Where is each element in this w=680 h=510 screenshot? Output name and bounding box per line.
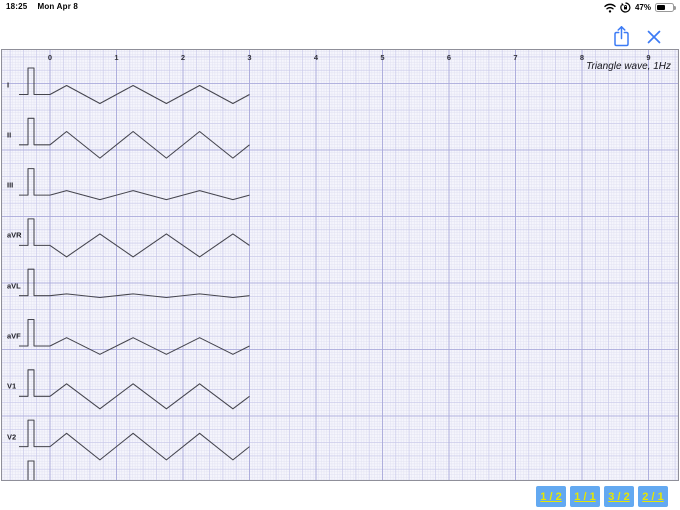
battery-fill bbox=[657, 5, 665, 10]
lead-label-aVL: aVL bbox=[7, 281, 21, 291]
close-icon bbox=[647, 30, 661, 44]
battery-nub bbox=[674, 6, 676, 10]
share-button[interactable] bbox=[612, 25, 631, 48]
scale-button-1-2[interactable]: 1 / 2 bbox=[536, 486, 566, 507]
wave-annotation: Triangle wave, 1Hz bbox=[586, 61, 671, 72]
scale-button-3-2[interactable]: 3 / 2 bbox=[604, 486, 634, 507]
x-tick-label-2: 2 bbox=[180, 53, 186, 62]
x-tick-label-6: 6 bbox=[446, 53, 452, 62]
wifi-icon bbox=[604, 3, 616, 13]
lead-label-III: III bbox=[7, 180, 14, 190]
ecg-grid-svg bbox=[2, 50, 678, 480]
status-right: 47% bbox=[604, 2, 676, 13]
lead-label-aVR: aVR bbox=[7, 230, 22, 240]
status-time: 18:25 bbox=[6, 2, 28, 11]
scale-buttons: 1 / 21 / 13 / 22 / 1 bbox=[536, 486, 668, 507]
lead-label-aVF: aVF bbox=[7, 331, 21, 341]
lead-label-V2: V2 bbox=[7, 432, 17, 442]
ipad-screen: 18:25 Mon Apr 8 47% 0 1 2 3 4 5 6 7 8 9 … bbox=[0, 0, 680, 510]
x-tick-label-7: 7 bbox=[513, 53, 518, 62]
battery-icon bbox=[655, 3, 676, 12]
x-tick-label-5: 5 bbox=[380, 53, 385, 62]
x-tick-label-4: 4 bbox=[313, 53, 319, 62]
status-date: Mon Apr 8 bbox=[37, 2, 79, 11]
status-bar: 18:25 Mon Apr 8 47% bbox=[0, 0, 680, 20]
lead-label-V1: V1 bbox=[7, 381, 17, 391]
share-icon bbox=[614, 26, 629, 47]
x-tick-label-1: 1 bbox=[114, 53, 119, 62]
status-left: 18:25 Mon Apr 8 bbox=[6, 2, 78, 11]
battery-percent: 47% bbox=[634, 3, 651, 12]
scale-button-2-1[interactable]: 2 / 1 bbox=[638, 486, 668, 507]
close-button[interactable] bbox=[646, 29, 662, 45]
x-tick-label-3: 3 bbox=[247, 53, 252, 62]
x-tick-label-0: 0 bbox=[47, 53, 53, 62]
x-tick-label-8: 8 bbox=[579, 53, 585, 62]
lead-label-II: II bbox=[7, 130, 12, 140]
lead-label-I: I bbox=[7, 80, 10, 89]
scale-button-1-1[interactable]: 1 / 1 bbox=[570, 486, 600, 507]
ecg-paper: 0123456789 I II III aVR aVL aVF V1 V2 Triangle … bbox=[1, 49, 679, 481]
rotation-lock-icon bbox=[620, 2, 631, 13]
